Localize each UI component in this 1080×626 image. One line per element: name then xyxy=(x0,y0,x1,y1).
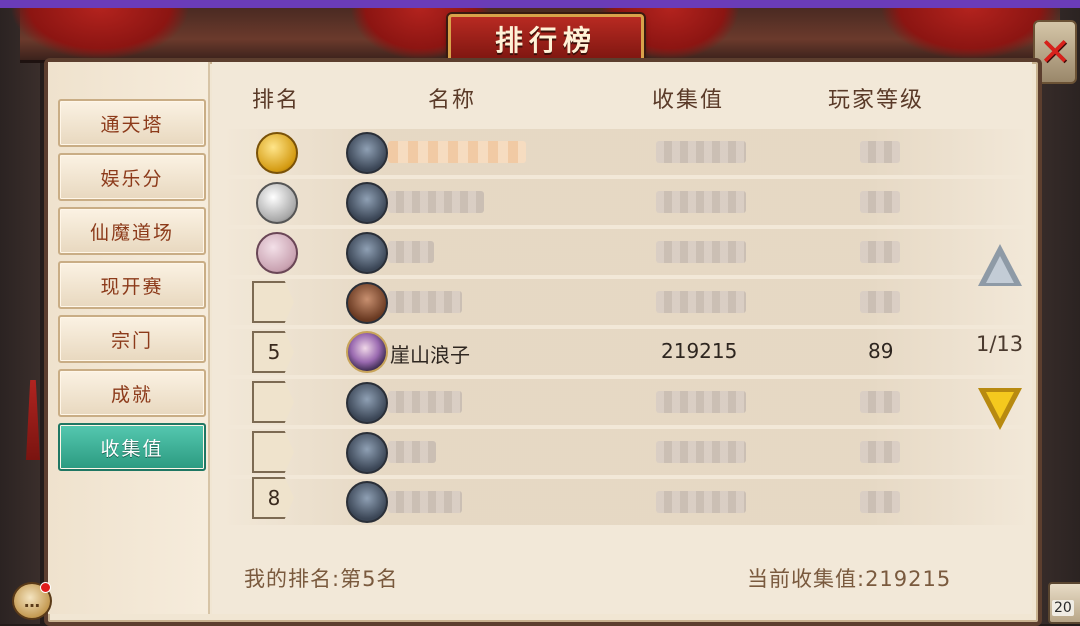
gold-medal-icon xyxy=(256,132,298,174)
blurred-level xyxy=(860,241,900,263)
tab-yulefen[interactable]: 娱乐分 xyxy=(58,153,206,201)
chat-bubble-icon: … xyxy=(24,591,40,611)
table-row[interactable] xyxy=(222,279,1030,325)
tab-shoujizhi[interactable]: 收集值 xyxy=(58,423,206,471)
blurred-level xyxy=(860,291,900,313)
blurred-value xyxy=(656,141,746,163)
avatar[interactable] xyxy=(346,232,388,274)
blurred-level xyxy=(860,141,900,163)
header-rank: 排名 xyxy=(252,88,301,113)
avatar[interactable] xyxy=(346,432,388,474)
online-count: 20 xyxy=(1052,600,1074,616)
arrow-down-icon xyxy=(986,392,1014,419)
tab-label: 收集值 xyxy=(100,437,164,460)
tab-label: 通天塔 xyxy=(100,113,164,136)
rank-number: 8 xyxy=(267,486,281,510)
tab-label: 成就 xyxy=(110,383,153,406)
blurred-value xyxy=(656,191,746,213)
bronze-medal-icon xyxy=(256,232,298,274)
avatar[interactable] xyxy=(346,182,388,224)
avatar[interactable] xyxy=(346,382,388,424)
notification-dot xyxy=(40,582,51,593)
blurred-level xyxy=(860,441,900,463)
window-title: 排行榜 xyxy=(448,14,644,64)
table-row[interactable] xyxy=(222,479,1030,525)
blurred-name xyxy=(388,241,434,263)
blurred-value xyxy=(656,241,746,263)
current-value-text: 当前收集值:219215 xyxy=(747,567,952,591)
blurred-value xyxy=(656,491,746,513)
avatar[interactable] xyxy=(346,282,388,324)
tab-label: 宗门 xyxy=(110,329,153,352)
tab-chengjiu[interactable]: 成就 xyxy=(58,369,206,417)
my-rank-text: 我的排名:第5名 xyxy=(244,567,399,591)
silver-medal-icon xyxy=(256,182,298,224)
blurred-level xyxy=(860,491,900,513)
rank-number: 5 xyxy=(267,340,281,364)
tab-tongtianta[interactable]: 通天塔 xyxy=(58,99,206,147)
player-avatar[interactable] xyxy=(346,331,388,373)
background-left xyxy=(0,8,40,624)
header-level: 玩家等级 xyxy=(828,88,925,113)
table-row[interactable] xyxy=(222,179,1030,225)
player-name: 崖山浪子 xyxy=(390,343,470,367)
top-accent-bar xyxy=(0,0,1080,8)
close-x-icon: ✕ xyxy=(1039,30,1071,74)
table-row[interactable] xyxy=(222,429,1030,475)
collection-value: 219215 xyxy=(661,339,738,363)
tab-xiankaisai[interactable]: 现开赛 xyxy=(58,261,206,309)
blurred-name xyxy=(388,141,526,163)
blurred-name xyxy=(388,391,462,413)
header-value: 收集值 xyxy=(652,88,725,113)
avatar[interactable] xyxy=(346,481,388,523)
curtain-decoration xyxy=(10,8,190,60)
tab-label: 现开赛 xyxy=(100,275,164,298)
table-row[interactable] xyxy=(222,129,1030,175)
avatar[interactable] xyxy=(346,132,388,174)
table-row-current-player[interactable] xyxy=(222,329,1030,375)
tab-label: 仙魔道场 xyxy=(89,221,174,244)
blurred-name xyxy=(388,291,462,313)
blurred-value xyxy=(656,441,746,463)
page-indicator: 1/13 xyxy=(976,332,1024,356)
blurred-name xyxy=(388,191,484,213)
player-level: 89 xyxy=(868,339,894,363)
blurred-value xyxy=(656,291,746,313)
tab-xianmo-daochang[interactable]: 仙魔道场 xyxy=(58,207,206,255)
blurred-name xyxy=(388,491,462,513)
tab-zongmen[interactable]: 宗门 xyxy=(58,315,206,363)
arrow-up-icon xyxy=(986,256,1014,283)
blurred-level xyxy=(860,191,900,213)
table-row[interactable] xyxy=(222,229,1030,275)
header-name: 名称 xyxy=(428,88,477,113)
blurred-level xyxy=(860,391,900,413)
blurred-name xyxy=(388,441,436,463)
blurred-value xyxy=(656,391,746,413)
table-row[interactable] xyxy=(222,379,1030,425)
tab-label: 娱乐分 xyxy=(100,167,164,190)
